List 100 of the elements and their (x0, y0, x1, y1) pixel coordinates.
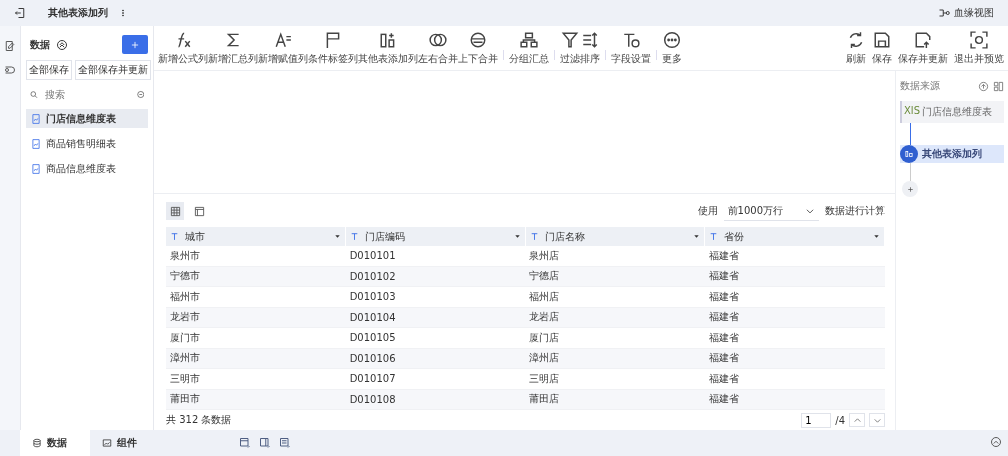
table-item[interactable]: 商品销售明细表 (26, 134, 148, 153)
collapse-up-icon (990, 436, 1002, 448)
use-label: 使用 (697, 204, 718, 218)
table-file-icon (31, 138, 41, 149)
save-all-update-button[interactable]: 全部保存并更新 (75, 60, 151, 80)
toolbar-button[interactable]: 新增公式列 (158, 30, 208, 66)
source-node[interactable]: XlS 门店信息维度表 (900, 101, 1004, 123)
toolbar-button[interactable]: 上下合并 (458, 30, 498, 66)
text-type-icon (350, 232, 360, 241)
plus-icon (905, 184, 915, 194)
toolbar-button[interactable]: 左右合并 (418, 30, 458, 66)
table-cell: 厦门店 (525, 327, 705, 348)
text-lines-icon (274, 30, 292, 49)
step-node[interactable]: 其他表添加列 (900, 145, 1004, 163)
table-cell: 莆田店 (525, 389, 705, 410)
table-insert-icon (239, 437, 251, 449)
table-cell: 宁德店 (525, 266, 705, 287)
table-cell: 宁德市 (166, 266, 346, 287)
text-type-icon (170, 232, 179, 241)
toolbar-button[interactable]: 分组汇总 (509, 30, 549, 66)
panel-title: 数据 (30, 37, 50, 52)
save-all-button[interactable]: 全部保存 (26, 60, 72, 80)
plus-icon (130, 39, 140, 50)
prev-page-button[interactable] (849, 413, 865, 427)
next-page-button[interactable] (869, 413, 885, 427)
sort-icon (581, 30, 599, 49)
bottom-tab[interactable]: 数据 (20, 430, 90, 456)
table-cell: D010105 (345, 327, 526, 348)
search-icon (30, 89, 38, 100)
toolbar-button[interactable]: 保存 (872, 30, 892, 66)
database-icon (32, 438, 42, 448)
bottom-tab[interactable]: 组件 (90, 430, 149, 456)
row-limit-dropdown[interactable]: 前1000万行 (723, 201, 819, 221)
toolbar-button[interactable]: 其他表添加列 (358, 30, 418, 66)
table-cell: D010107 (345, 368, 526, 389)
column-header[interactable]: 门店编码 (345, 227, 526, 246)
edit-document-icon (4, 40, 16, 52)
stacked-circle-icon (469, 30, 487, 49)
table-cell: 福建省 (704, 368, 885, 389)
hierarchy-icon (520, 30, 538, 49)
toolbar-button[interactable]: 保存并更新 (898, 30, 948, 66)
text-type-icon (529, 232, 539, 241)
table-cell: 莆田市 (166, 389, 346, 410)
caret-down-icon (693, 233, 701, 240)
table-cell: 厦门市 (166, 327, 346, 348)
table-item[interactable]: 门店信息维度表 (26, 109, 148, 128)
toolbar-button[interactable]: 退出并预览 (954, 30, 1004, 66)
page-field[interactable]: 1 (801, 412, 832, 428)
column-header[interactable]: 门店名称 (525, 227, 705, 246)
table-cell: 漳州店 (525, 348, 705, 369)
table-item[interactable]: 商品信息维度表 (26, 159, 148, 178)
table-insert-icon (279, 437, 291, 449)
search-field[interactable]: 搜索 (42, 88, 127, 101)
toolbar-button[interactable]: 新增赋值列 (258, 30, 308, 66)
toolbar-button[interactable]: 过滤 (560, 30, 580, 66)
table-cell: D010101 (345, 246, 526, 266)
table-cell: 福建省 (704, 327, 885, 348)
add-column-icon (904, 149, 914, 159)
caret-down-icon (334, 233, 342, 240)
flag-icon (324, 30, 342, 49)
toolbar-button[interactable]: 新增汇总列 (208, 30, 258, 66)
refresh-icon (847, 30, 865, 49)
calc-label: 数据进行计算 (825, 204, 885, 218)
table-cell: 龙岩市 (166, 307, 346, 328)
toolbar-button[interactable]: 字段设置 (611, 30, 651, 66)
caret-down-icon (873, 233, 880, 240)
page-total: /4 (835, 414, 845, 426)
chevron-up-icon (852, 415, 862, 425)
table-cell: 龙岩店 (525, 307, 705, 328)
table-cell: 三明店 (525, 368, 705, 389)
toolbar-button[interactable]: 排序 (580, 30, 600, 66)
upload-icon (978, 80, 989, 92)
table-cell: 漳州市 (166, 348, 346, 369)
toolbar-button[interactable]: 刷新 (846, 30, 866, 66)
grid-view-button[interactable] (166, 202, 184, 220)
table-cell: 三明市 (166, 368, 346, 389)
table-insert-icon (259, 437, 271, 449)
toolbar-button[interactable]: 更多 (662, 30, 682, 66)
table-cell: 泉州市 (166, 246, 346, 266)
toolbar-button[interactable]: 条件标签列 (308, 30, 358, 66)
row-count: 共 312 条数据 (166, 413, 232, 427)
add-button[interactable] (122, 35, 148, 54)
layout-icon (193, 205, 205, 217)
flow-title: 数据来源 (900, 79, 940, 93)
filter-icon (561, 30, 579, 49)
lineage-link[interactable]: 血缘视图 (954, 6, 994, 20)
collapse-icon (56, 38, 68, 51)
chart-image-icon (102, 438, 112, 448)
layout-icon (993, 80, 1004, 92)
table-cell: 福州市 (166, 286, 346, 307)
caret-down-icon (513, 233, 521, 240)
column-header[interactable]: 城市 (166, 227, 346, 246)
add-step-button[interactable] (902, 181, 918, 197)
table-cell: D010103 (345, 286, 526, 307)
text-type-icon (709, 232, 719, 241)
table-file-icon (31, 163, 41, 174)
save-icon (873, 30, 891, 49)
save-update-icon (914, 30, 932, 49)
column-header[interactable]: 省份 (704, 227, 885, 246)
tab-title[interactable]: 其他表添加列 (48, 6, 108, 20)
